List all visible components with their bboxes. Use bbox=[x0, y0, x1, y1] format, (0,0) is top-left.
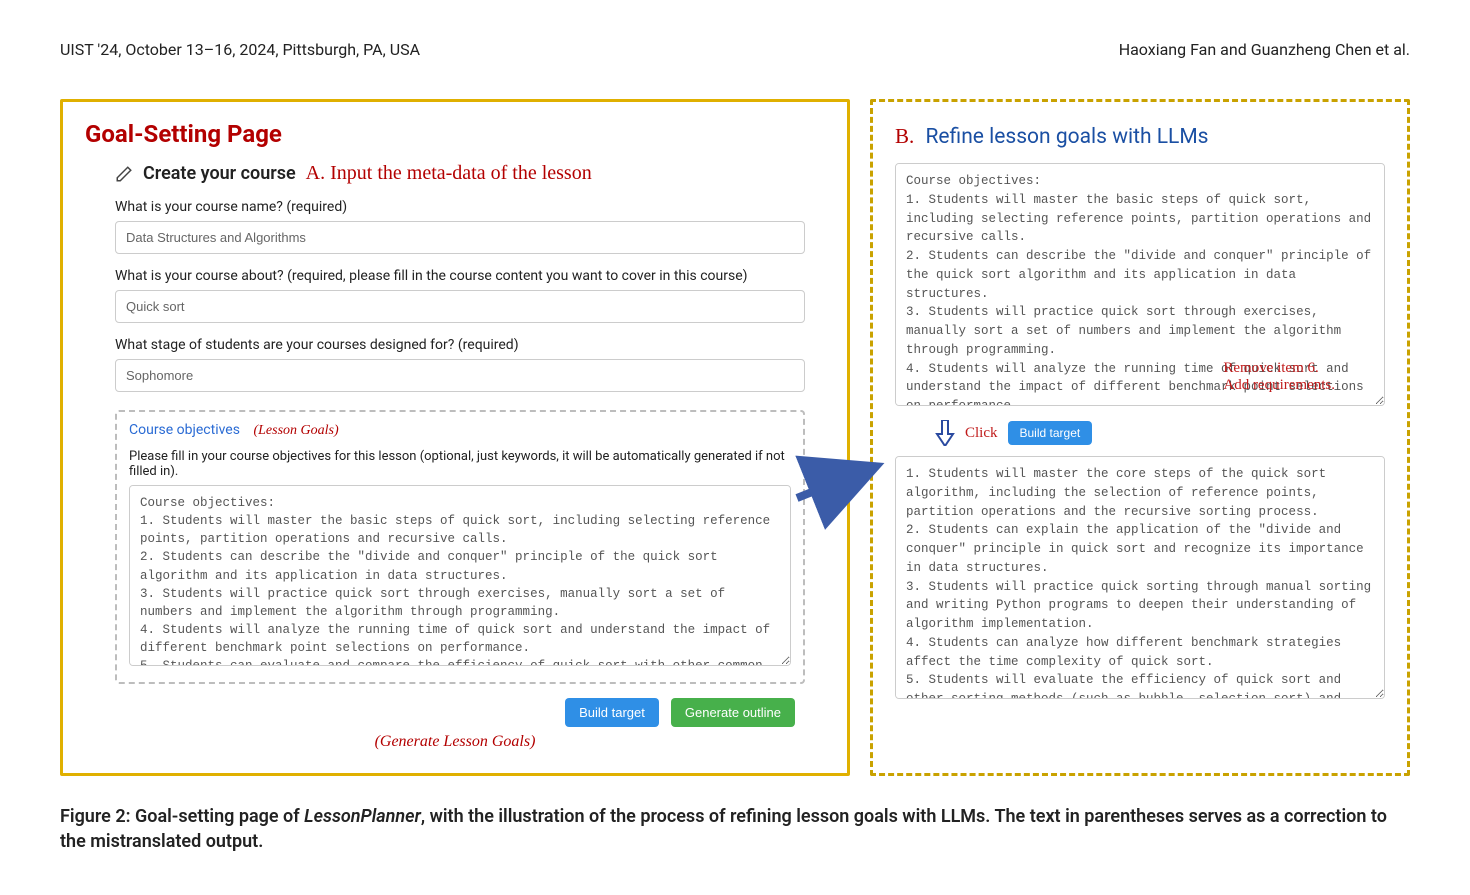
panel-b-title-text: Refine lesson goals with LLMs bbox=[925, 125, 1208, 149]
edit-annotations: Remove item 6. Add requirements. bbox=[1223, 360, 1335, 394]
objectives-instruction: Please fill in your course objectives fo… bbox=[129, 449, 791, 479]
create-course-label: Create your course bbox=[143, 163, 296, 184]
build-target-button[interactable]: Build target bbox=[565, 698, 659, 727]
generate-outline-button[interactable]: Generate outline bbox=[671, 698, 795, 727]
generate-goals-annotation: (Generate Lesson Goals) bbox=[85, 733, 825, 751]
panel-a: Goal-Setting Page Create your course A. … bbox=[60, 99, 850, 776]
click-label: Click bbox=[965, 425, 998, 442]
click-row: Click Build target bbox=[935, 420, 1385, 446]
down-arrow-icon bbox=[935, 420, 955, 446]
remove-annotation: Remove item 6. bbox=[1223, 360, 1335, 377]
create-course-row: Create your course A. Input the meta-dat… bbox=[115, 162, 825, 185]
header-right: Haoxiang Fan and Guanzheng Chen et al. bbox=[1119, 40, 1410, 59]
course-name-label: What is your course name? (required) bbox=[115, 199, 825, 215]
arrow-icon bbox=[797, 462, 887, 502]
header-left: UIST '24, October 13–16, 2024, Pittsburg… bbox=[60, 40, 420, 59]
refine-build-target-button[interactable]: Build target bbox=[1008, 421, 1093, 445]
annotation-a: A. Input the meta-data of the lesson bbox=[306, 162, 592, 185]
panel-b: B. Refine lesson goals with LLMs Remove … bbox=[870, 99, 1410, 776]
figure-wrap: Goal-Setting Page Create your course A. … bbox=[60, 99, 1410, 776]
objectives-box: Course objectives (Lesson Goals) Please … bbox=[115, 410, 805, 684]
student-stage-input[interactable] bbox=[115, 359, 805, 392]
objectives-textarea[interactable] bbox=[129, 485, 791, 666]
panel-b-upper: Remove item 6. Add requirements. bbox=[895, 163, 1385, 410]
add-annotation: Add requirements. bbox=[1223, 377, 1335, 394]
caption-prefix: Figure 2: Goal-setting page of bbox=[60, 806, 304, 827]
button-row: Build target Generate outline bbox=[85, 698, 795, 727]
student-stage-label: What stage of students are your courses … bbox=[115, 337, 825, 353]
course-about-label: What is your course about? (required, pl… bbox=[115, 268, 825, 284]
figure-caption: Figure 2: Goal-setting page of LessonPla… bbox=[60, 804, 1410, 854]
running-header: UIST '24, October 13–16, 2024, Pittsburg… bbox=[60, 40, 1410, 59]
panel-b-letter: B. bbox=[895, 124, 914, 148]
course-objectives-link[interactable]: Course objectives bbox=[129, 422, 240, 438]
figure-page: UIST '24, October 13–16, 2024, Pittsburg… bbox=[0, 0, 1470, 895]
course-name-input[interactable] bbox=[115, 221, 805, 254]
panel-b-title: B. Refine lesson goals with LLMs bbox=[895, 124, 1385, 149]
refine-output-textarea[interactable] bbox=[895, 456, 1385, 699]
caption-appname: LessonPlanner bbox=[304, 806, 421, 827]
course-about-input[interactable] bbox=[115, 290, 805, 323]
objectives-header-row: Course objectives (Lesson Goals) bbox=[129, 422, 791, 439]
pencil-icon bbox=[115, 165, 133, 183]
lesson-goals-annotation: (Lesson Goals) bbox=[253, 423, 338, 438]
panel-a-title: Goal-Setting Page bbox=[85, 120, 825, 148]
